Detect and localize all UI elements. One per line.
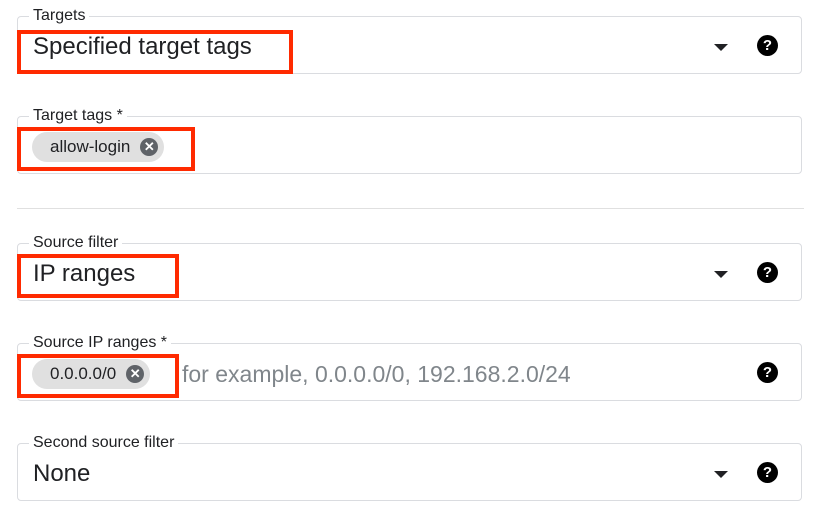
ip-ranges-input-placeholder[interactable]: for example, 0.0.0.0/0, 192.168.2.0/24 xyxy=(182,361,571,388)
dropdown-caret-icon[interactable] xyxy=(714,471,728,478)
help-icon[interactable]: ? xyxy=(757,462,778,483)
source-filter-label: Source filter xyxy=(29,234,123,252)
targets-label: Targets xyxy=(29,7,90,25)
dropdown-caret-icon[interactable] xyxy=(714,44,728,51)
help-icon[interactable]: ? xyxy=(757,362,778,383)
help-icon[interactable]: ? xyxy=(757,35,778,56)
remove-chip-icon[interactable]: ✕ xyxy=(140,138,159,156)
help-icon[interactable]: ? xyxy=(757,262,778,283)
ip-range-chip-label: 0.0.0.0/0 xyxy=(50,364,117,383)
second-source-filter-select[interactable]: Second source filter None ? xyxy=(17,434,802,501)
source-filter-value: IP ranges xyxy=(33,260,136,287)
targets-value: Specified target tags xyxy=(33,33,252,60)
target-tags-label: Target tags * xyxy=(29,107,127,125)
second-source-filter-label: Second source filter xyxy=(29,434,179,452)
ip-range-chip: 0.0.0.0/0 ✕ xyxy=(32,359,151,389)
tag-chip: allow-login ✕ xyxy=(32,132,165,162)
source-filter-select[interactable]: Source filter IP ranges ? xyxy=(17,234,802,301)
second-source-filter-value: None xyxy=(33,460,91,487)
source-ip-ranges-label: Source IP ranges * xyxy=(29,334,172,352)
remove-chip-icon[interactable]: ✕ xyxy=(126,365,145,383)
targets-select[interactable]: Targets Specified target tags ? xyxy=(17,7,802,74)
source-ip-ranges-field[interactable]: Source IP ranges * 0.0.0.0/0 ✕ for examp… xyxy=(17,334,802,401)
target-tags-field[interactable]: Target tags * allow-login ✕ xyxy=(17,107,802,174)
divider xyxy=(17,208,804,209)
dropdown-caret-icon[interactable] xyxy=(714,271,728,278)
tag-chip-label: allow-login xyxy=(50,137,131,156)
